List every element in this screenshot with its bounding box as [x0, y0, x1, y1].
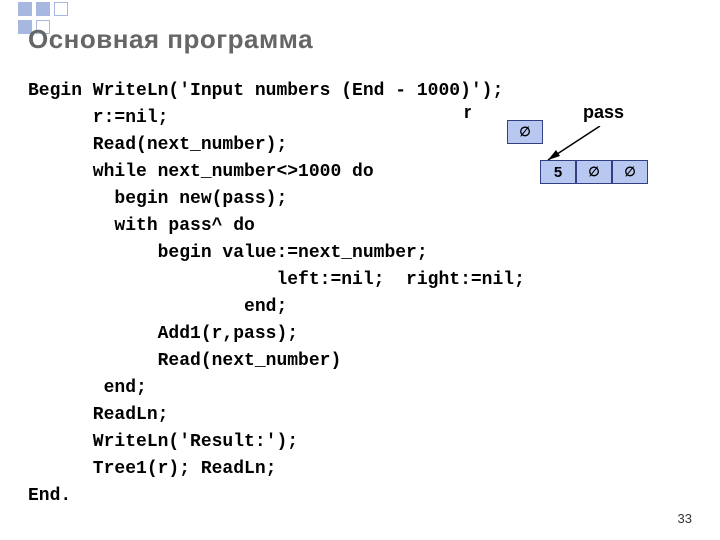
r-pointer-cell: ∅ — [507, 120, 543, 144]
node-left: ∅ — [576, 160, 612, 184]
node-value: 5 — [540, 160, 576, 184]
node-right: ∅ — [612, 160, 648, 184]
page-number: 33 — [678, 511, 692, 526]
r-value: ∅ — [507, 120, 543, 144]
node-row: 5 ∅ ∅ — [540, 160, 648, 184]
code-block: Begin WriteLn('Input numbers (End - 1000… — [28, 78, 525, 510]
pass-label: pass — [583, 102, 624, 123]
slide-title: Основная программа — [28, 24, 313, 55]
r-label: r — [464, 102, 471, 123]
